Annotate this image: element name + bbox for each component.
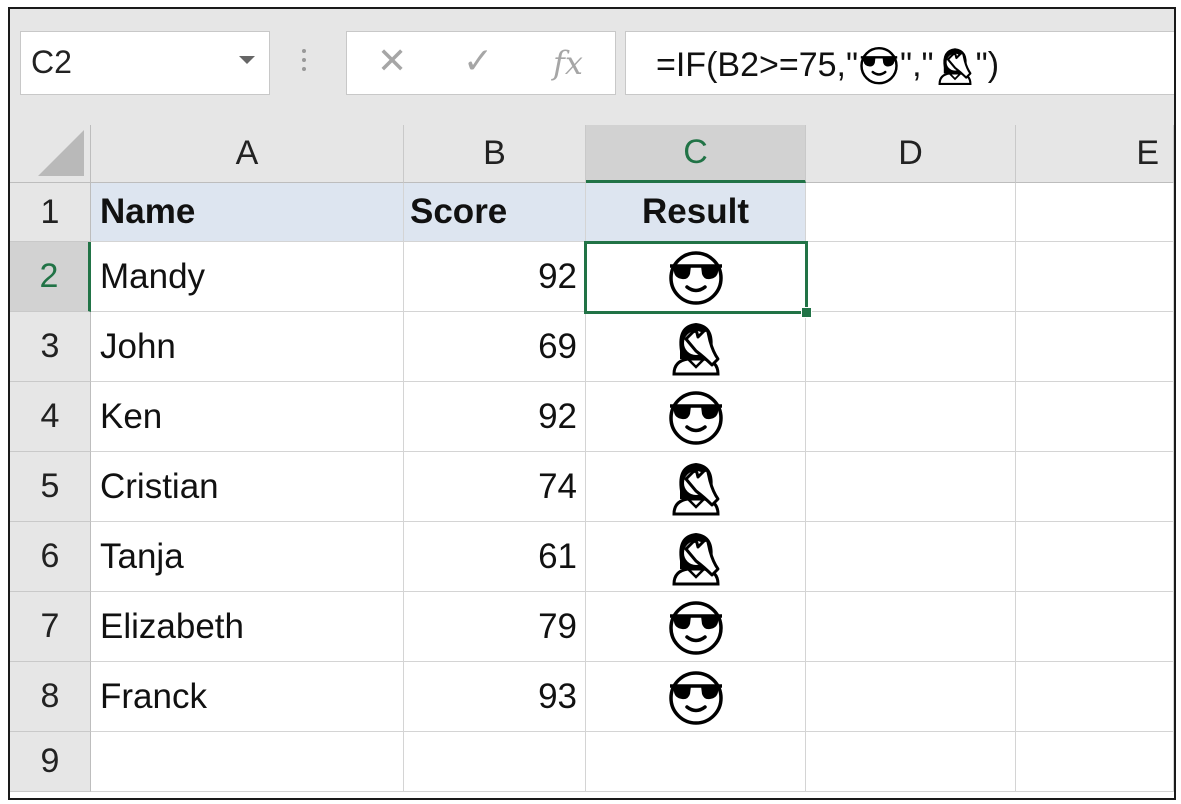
select-all-button[interactable] <box>10 125 91 183</box>
cell-b3[interactable]: 69 <box>404 312 586 382</box>
cancel-icon[interactable]: ✕ <box>377 40 407 82</box>
cell-e3[interactable] <box>1016 312 1174 382</box>
cell-d2[interactable] <box>806 242 1016 312</box>
cell-c7[interactable] <box>586 592 806 662</box>
cell-a1[interactable]: Name <box>91 183 404 242</box>
name-box[interactable]: C2 <box>20 31 270 95</box>
cell-d1[interactable] <box>806 183 1016 242</box>
formula-bar: C2 ✕ ✓ fx =IF(B2>=75," "," ") <box>10 9 1174 125</box>
column-header-c[interactable]: C <box>586 125 806 183</box>
formula-prefix: =IF(B2>=75," <box>656 45 859 84</box>
enter-icon[interactable]: ✓ <box>463 40 493 82</box>
cell-c4[interactable] <box>586 382 806 452</box>
cell-c6[interactable] <box>586 522 806 592</box>
sunglasses-face-icon <box>666 387 726 447</box>
formula-input[interactable]: =IF(B2>=75," "," ") <box>625 31 1174 95</box>
column-header-a[interactable]: A <box>91 125 404 183</box>
row-header-2[interactable]: 2 <box>10 242 91 312</box>
cell-e4[interactable] <box>1016 382 1174 452</box>
chevron-down-icon[interactable] <box>239 56 255 64</box>
row-header-3[interactable]: 3 <box>10 312 91 382</box>
cell-e9[interactable] <box>1016 732 1174 792</box>
cell-b8[interactable]: 93 <box>404 662 586 732</box>
row-header-5[interactable]: 5 <box>10 452 91 522</box>
cell-c9[interactable] <box>586 732 806 792</box>
formula-buttons: ✕ ✓ fx <box>346 31 616 95</box>
column-header-d[interactable]: D <box>806 125 1016 183</box>
cell-a7[interactable]: Elizabeth <box>91 592 404 662</box>
facepalm-woman-icon <box>666 457 726 517</box>
row-header-4[interactable]: 4 <box>10 382 91 452</box>
cell-d9[interactable] <box>806 732 1016 792</box>
cell-a8[interactable]: Franck <box>91 662 404 732</box>
cell-c3[interactable] <box>586 312 806 382</box>
row-header-8[interactable]: 8 <box>10 662 91 732</box>
cell-d3[interactable] <box>806 312 1016 382</box>
cell-a4[interactable]: Ken <box>91 382 404 452</box>
cell-d4[interactable] <box>806 382 1016 452</box>
cell-b6[interactable]: 61 <box>404 522 586 592</box>
formula-mid: "," <box>900 45 934 84</box>
facepalm-woman-icon <box>934 44 976 86</box>
formula-text: =IF(B2>=75," "," ") <box>656 44 999 86</box>
sunglasses-face-icon <box>666 247 726 307</box>
cell-e1[interactable] <box>1016 183 1174 242</box>
cell-c5[interactable] <box>586 452 806 522</box>
cell-e7[interactable] <box>1016 592 1174 662</box>
cell-a9[interactable] <box>91 732 404 792</box>
row-header-9[interactable]: 9 <box>10 732 91 792</box>
cell-b5[interactable]: 74 <box>404 452 586 522</box>
facepalm-woman-icon <box>666 527 726 587</box>
cell-c2[interactable] <box>586 242 806 312</box>
formula-suffix: ") <box>975 45 1000 84</box>
column-header-e[interactable]: E <box>1016 125 1174 183</box>
insert-function-icon[interactable]: fx <box>553 44 583 82</box>
cell-e6[interactable] <box>1016 522 1174 592</box>
cell-d7[interactable] <box>806 592 1016 662</box>
sunglasses-face-icon <box>666 597 726 657</box>
name-box-value: C2 <box>31 44 72 80</box>
cell-b7[interactable]: 79 <box>404 592 586 662</box>
cell-a5[interactable]: Cristian <box>91 452 404 522</box>
cell-d6[interactable] <box>806 522 1016 592</box>
cell-e5[interactable] <box>1016 452 1174 522</box>
sunglasses-face-icon <box>858 44 900 86</box>
spreadsheet-window: C2 ✕ ✓ fx =IF(B2>=75," "," ") A B C D E … <box>8 7 1176 800</box>
sunglasses-face-icon <box>666 667 726 727</box>
cell-d5[interactable] <box>806 452 1016 522</box>
cell-b9[interactable] <box>404 732 586 792</box>
column-header-b[interactable]: B <box>404 125 586 183</box>
cell-b2[interactable]: 92 <box>404 242 586 312</box>
cell-d8[interactable] <box>806 662 1016 732</box>
cell-e8[interactable] <box>1016 662 1174 732</box>
row-header-1[interactable]: 1 <box>10 183 91 242</box>
cell-a6[interactable]: Tanja <box>91 522 404 592</box>
facepalm-woman-icon <box>666 317 726 377</box>
cell-c1[interactable]: Result <box>586 183 806 242</box>
cell-b4[interactable]: 92 <box>404 382 586 452</box>
cell-c8[interactable] <box>586 662 806 732</box>
drag-handle-icon[interactable] <box>302 49 306 76</box>
cell-a3[interactable]: John <box>91 312 404 382</box>
cell-e2[interactable] <box>1016 242 1174 312</box>
row-header-6[interactable]: 6 <box>10 522 91 592</box>
fill-handle[interactable] <box>801 307 812 318</box>
row-header-7[interactable]: 7 <box>10 592 91 662</box>
cell-a2[interactable]: Mandy <box>91 242 404 312</box>
cell-b1[interactable]: Score <box>404 183 586 242</box>
